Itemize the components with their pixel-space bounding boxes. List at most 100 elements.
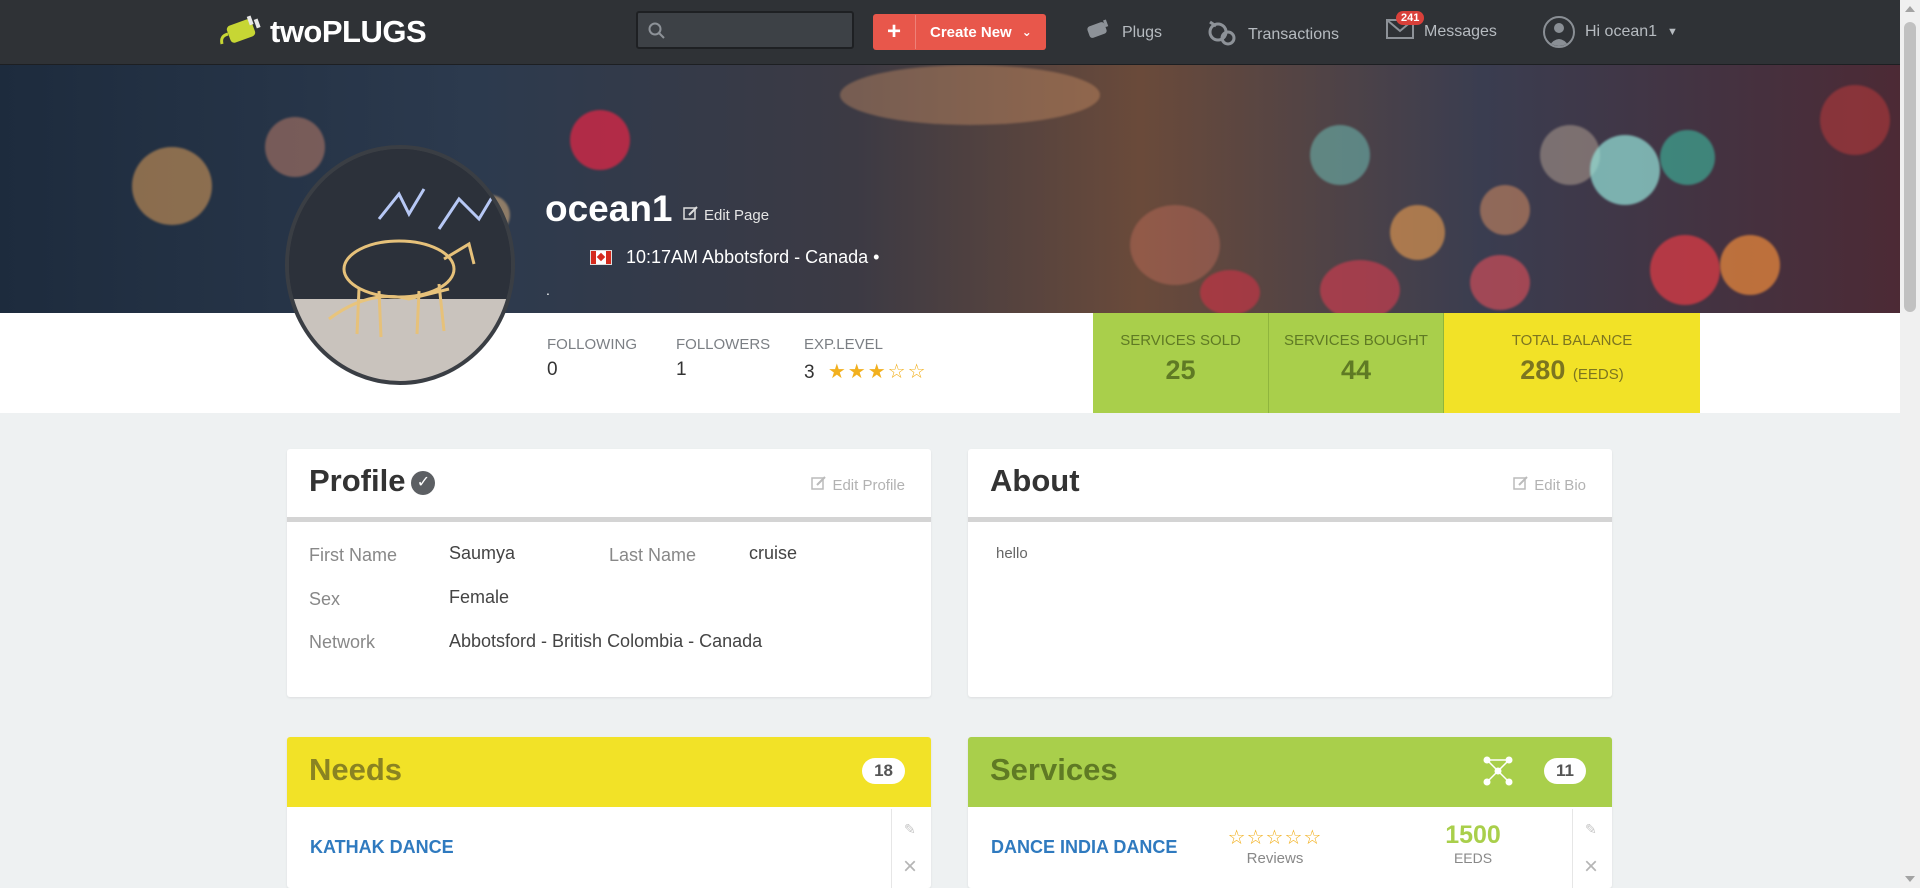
- star-empty-icon: ☆: [1227, 827, 1247, 849]
- following-label: FOLLOWING: [547, 336, 638, 353]
- edit-bio-link[interactable]: Edit Bio: [1513, 475, 1586, 495]
- service-item-title[interactable]: DANCE INDIA DANCE: [991, 837, 1177, 858]
- messages-label: Messages: [1424, 22, 1497, 40]
- network-graph-icon[interactable]: [1482, 755, 1514, 792]
- total-balance-row: 280 (EEDS): [1444, 355, 1700, 386]
- create-new-label: Create New: [930, 23, 1012, 41]
- following-value: 0: [547, 359, 558, 380]
- services-bought-label: SERVICES BOUGHT: [1284, 332, 1428, 349]
- edit-page-label: Edit Page: [704, 206, 770, 224]
- service-price-value: 1500: [1445, 821, 1501, 849]
- need-item-title[interactable]: KATHAK DANCE: [310, 837, 454, 858]
- user-greeting: Hi ocean1: [1585, 23, 1658, 40]
- nav-messages[interactable]: 241 Messages: [1386, 11, 1497, 45]
- need-item-tools: ✎ ×: [891, 809, 930, 888]
- total-balance-value: 280: [1520, 355, 1566, 385]
- edit-icon[interactable]: ✎: [1585, 821, 1597, 838]
- verified-check-icon: ✓: [411, 470, 436, 495]
- needs-header: Needs 18: [287, 737, 931, 807]
- total-balance-unit: (EEDS): [1572, 366, 1624, 383]
- profile-card-title: Profile ✓: [309, 463, 436, 499]
- edit-icon: [1513, 475, 1529, 495]
- services-card: Services 11 DANCE INDIA DANCE ☆☆☆☆☆ Revi…: [968, 737, 1612, 888]
- services-bought-box[interactable]: SERVICES BOUGHT 44: [1269, 313, 1444, 413]
- plug-icon: [1084, 18, 1112, 47]
- edit-icon: [811, 475, 827, 495]
- network-value: Abbotsford - British Colombia - Canada: [449, 631, 763, 651]
- exp-level-row: 3 ★★★☆☆: [804, 359, 928, 384]
- star-filled-icon: ★: [847, 361, 868, 383]
- profile-title-text: Profile: [309, 463, 406, 498]
- edit-bio-label: Edit Bio: [1534, 476, 1586, 494]
- caret-down-icon: ▼: [1667, 26, 1678, 38]
- total-balance-label: TOTAL BALANCE: [1511, 332, 1633, 349]
- last-name-value: cruise: [749, 543, 798, 563]
- logo-text: twoPLUGS: [270, 14, 427, 49]
- user-avatar-icon: [1543, 16, 1575, 48]
- exp-level-value: 3: [804, 362, 815, 383]
- create-new-button[interactable]: + Create New ⌄: [873, 14, 1046, 50]
- page-scrollbar[interactable]: [1900, 0, 1920, 888]
- needs-card: Needs 18 KATHAK DANCE ✎ ×: [287, 737, 931, 888]
- location-line: 10:17AM Abbotsford - Canada •: [590, 247, 879, 268]
- exp-level-label: EXP.LEVEL: [804, 336, 883, 353]
- star-empty-icon: ☆: [1265, 827, 1285, 849]
- profile-username: ocean1: [545, 188, 673, 229]
- scroll-up-arrow[interactable]: [1905, 6, 1915, 12]
- exp-stars: ★★★☆☆: [828, 361, 928, 383]
- followers-stat[interactable]: FOLLOWERS 1: [676, 336, 770, 381]
- service-price-unit: EEDS: [1453, 850, 1493, 866]
- services-title: Services: [990, 752, 1118, 787]
- needs-title: Needs: [309, 752, 403, 787]
- user-menu[interactable]: Hi ocean1 ▼: [1543, 16, 1678, 48]
- about-card-header: About Edit Bio: [968, 449, 1612, 522]
- needs-count-badge: 18: [862, 758, 905, 784]
- plug-logo-icon: [218, 14, 262, 50]
- plugs-label: Plugs: [1122, 23, 1163, 41]
- nav-plugs[interactable]: Plugs: [1084, 18, 1162, 47]
- services-bought-value: 44: [1340, 355, 1372, 385]
- total-balance-box[interactable]: TOTAL BALANCE 280 (EEDS): [1444, 313, 1700, 413]
- edit-icon[interactable]: ✎: [904, 821, 916, 838]
- edit-icon: [683, 205, 699, 225]
- rating-stars: ☆☆☆☆☆: [1222, 825, 1328, 850]
- top-navbar: twoPLUGS + Create New ⌄ Plugs Transactio…: [0, 0, 1900, 65]
- reviews-label: Reviews: [1246, 850, 1304, 867]
- search-input[interactable]: [636, 11, 854, 49]
- star-empty-icon: ☆: [907, 361, 928, 383]
- search-icon: [648, 22, 666, 45]
- star-empty-icon: ☆: [1246, 827, 1266, 849]
- sex-label: Sex: [309, 589, 341, 609]
- following-stat[interactable]: FOLLOWING 0: [547, 336, 637, 381]
- followers-value: 1: [676, 359, 687, 380]
- canada-flag-icon: [590, 250, 612, 265]
- services-sold-label: SERVICES SOLD: [1120, 332, 1241, 349]
- logo[interactable]: twoPLUGS: [218, 14, 427, 50]
- scroll-down-arrow[interactable]: [1905, 876, 1915, 882]
- services-header: Services 11: [968, 737, 1612, 807]
- profile-card: Profile ✓ Edit Profile First Name Saumya …: [287, 449, 931, 697]
- star-empty-icon: ☆: [1284, 827, 1304, 849]
- services-sold-box[interactable]: SERVICES SOLD 25: [1093, 313, 1269, 413]
- bio-text: hello: [996, 545, 1028, 562]
- plus-icon: +: [873, 15, 916, 49]
- scrollbar-thumb[interactable]: [1904, 22, 1916, 312]
- close-icon[interactable]: ×: [903, 853, 917, 881]
- sex-value: Female: [449, 587, 510, 607]
- chevron-down-icon: ⌄: [1021, 25, 1032, 39]
- services-count-badge: 11: [1544, 758, 1586, 784]
- star-empty-icon: ☆: [1303, 827, 1323, 849]
- service-rating: ☆☆☆☆☆ Reviews: [1222, 825, 1328, 867]
- nav-transactions[interactable]: Transactions: [1206, 18, 1339, 51]
- local-time-location: 10:17AM Abbotsford - Canada •: [626, 247, 880, 267]
- exp-level-stat: EXP.LEVEL 3 ★★★☆☆: [804, 336, 928, 384]
- about-card: About Edit Bio hello: [968, 449, 1612, 697]
- transactions-label: Transactions: [1248, 25, 1339, 43]
- followers-label: FOLLOWERS: [676, 336, 771, 353]
- close-icon[interactable]: ×: [1584, 853, 1598, 881]
- service-price: 1500 EEDS: [1418, 821, 1528, 866]
- messages-badge: 241: [1396, 11, 1425, 25]
- edit-page-link[interactable]: Edit Page: [683, 205, 769, 225]
- envelope-icon: 241: [1386, 11, 1425, 45]
- edit-profile-link[interactable]: Edit Profile: [811, 475, 905, 495]
